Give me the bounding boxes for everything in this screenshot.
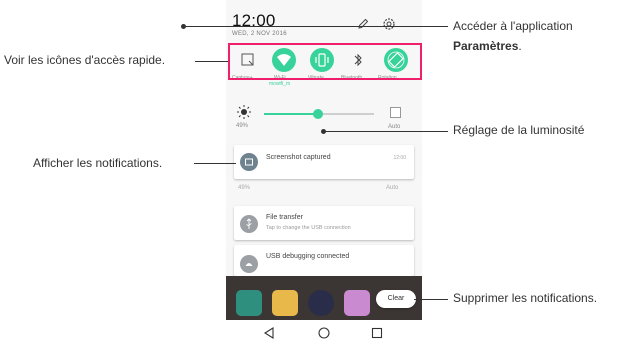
brightness-slider[interactable]: [264, 109, 374, 119]
settings-bold: Paramètres: [453, 39, 519, 53]
messages-app-icon[interactable]: [272, 290, 298, 316]
callout-brightness: Réglage de la luminosité: [453, 123, 585, 137]
settings-period: .: [518, 39, 522, 53]
callout-settings-line1: Accéder à l'application: [453, 19, 573, 33]
ghost-auto: Auto: [386, 185, 399, 191]
gear-icon[interactable]: [381, 16, 397, 32]
camera-app-icon[interactable]: [308, 290, 334, 316]
callout-settings-line2: Paramètres.: [453, 39, 522, 53]
quick-settings-highlight: [228, 43, 422, 80]
recents-icon[interactable]: [370, 326, 384, 340]
leader-line: [195, 61, 228, 62]
notification-subtitle: Tap to change the USB connection: [266, 225, 351, 231]
ghost-percent: 49%: [238, 185, 251, 191]
notification-item[interactable]: File transfer Tap to change the USB conn…: [234, 206, 414, 240]
brightness-slider-thumb[interactable]: [312, 109, 323, 119]
auto-brightness-label: Auto: [388, 124, 401, 130]
callout-quick-access: Voir les icônes d'accès rapide.: [4, 53, 166, 67]
clock: 12:00: [232, 11, 276, 30]
wifi-network-name: mowifi_m: [269, 81, 291, 87]
brightness-percent: 49%: [236, 123, 249, 129]
brightness-icon: [237, 105, 251, 119]
usb-icon: [240, 215, 258, 233]
edit-icon[interactable]: [356, 17, 370, 31]
notification-item[interactable]: USB debugging connected: [234, 245, 414, 276]
back-icon[interactable]: [262, 326, 276, 340]
notification-item[interactable]: Screenshot captured 12:00: [234, 145, 414, 179]
auto-brightness-checkbox[interactable]: [390, 107, 401, 118]
leader-line: [194, 163, 236, 164]
clear-button[interactable]: Clear: [376, 290, 416, 308]
leader-line: [183, 26, 448, 27]
home-icon[interactable]: [317, 326, 331, 340]
notification-time: 12:00: [393, 155, 406, 161]
callout-clear: Supprimer les notifications.: [453, 291, 598, 305]
leader-line: [323, 131, 448, 132]
date: WED, 2 NOV 2016: [232, 31, 287, 37]
image-icon: [240, 153, 258, 171]
navigation-bar: [226, 320, 422, 346]
callout-notifications: Afficher les notifications.: [33, 156, 163, 170]
notification-title: Screenshot captured: [266, 154, 331, 161]
brightness-slider-fill: [264, 113, 318, 115]
notification-shade: 12:00 WED, 2 NOV 2016 Capture+ Wi-Fi Vib…: [226, 0, 422, 276]
phone-app-icon[interactable]: [236, 290, 262, 316]
android-icon: [240, 255, 258, 273]
leader-line: [414, 299, 448, 300]
notification-title: USB debugging connected: [266, 253, 350, 260]
gallery-app-icon[interactable]: [344, 290, 370, 316]
notification-title: File transfer: [266, 214, 303, 221]
